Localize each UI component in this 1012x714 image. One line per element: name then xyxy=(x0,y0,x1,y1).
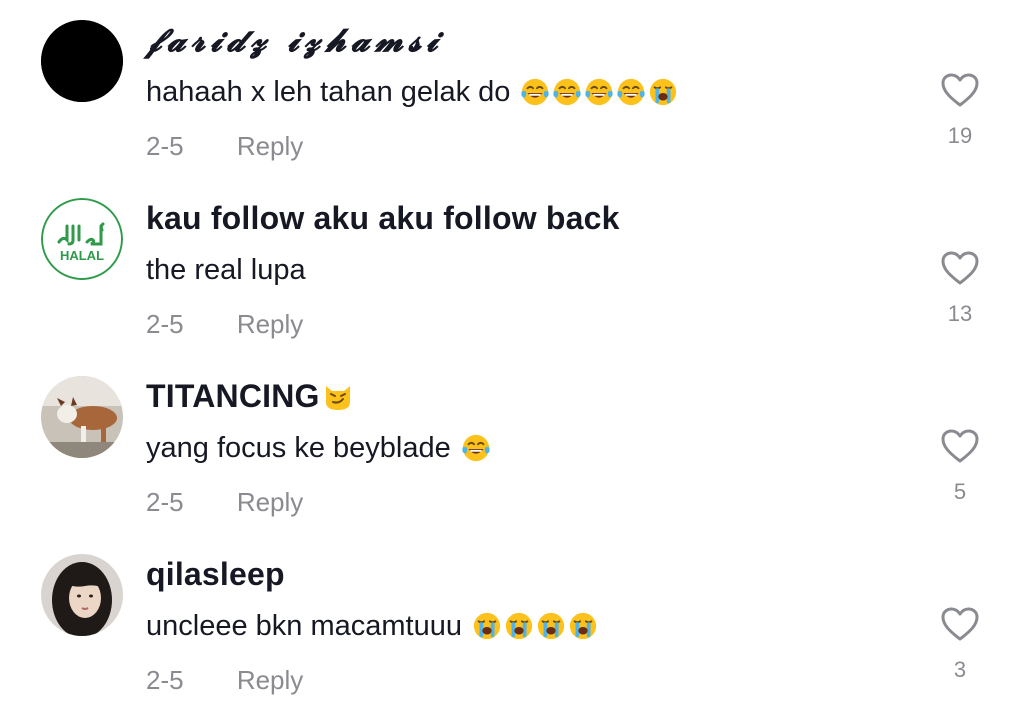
emoji-group xyxy=(520,77,680,107)
username[interactable]: kau follow aku aku follow back xyxy=(146,198,620,238)
heart-icon[interactable] xyxy=(940,606,980,642)
loudly-crying-face-icon xyxy=(504,611,534,641)
comment-meta: 2-5 Reply xyxy=(146,662,303,698)
username[interactable]: 𝓯𝓪𝓻𝓲𝓭𝔃 𝓲𝔃𝓱𝓪𝓶𝓼𝓲 xyxy=(146,20,443,60)
comment-item: TITANCING yang focus ke beyblade 2-5 Rep… xyxy=(0,356,1012,534)
comment-date: 2-5 xyxy=(146,487,184,517)
comment-text: yang focus ke beyblade xyxy=(146,428,493,468)
reply-button[interactable]: Reply xyxy=(237,309,303,339)
like-count: 5 xyxy=(953,479,967,504)
comment-meta: 2-5 Reply xyxy=(146,128,303,164)
face-with-tears-of-joy-icon xyxy=(616,77,646,107)
comment-item: 𝓯𝓪𝓻𝓲𝓭𝔃 𝓲𝔃𝓱𝓪𝓶𝓼𝓲 hahaah x leh tahan gelak … xyxy=(0,0,1012,178)
loudly-crying-face-icon xyxy=(648,77,678,107)
comment-date: 2-5 xyxy=(146,131,184,161)
reply-button[interactable]: Reply xyxy=(237,665,303,695)
avatar[interactable] xyxy=(41,554,123,636)
comment-text: uncleee bkn macamtuuu xyxy=(146,606,600,646)
face-with-tears-of-joy-icon xyxy=(520,77,550,107)
halal-logo-icon: HALAL xyxy=(41,198,123,280)
face-with-tears-of-joy-icon xyxy=(552,77,582,107)
smirking-cat-face-icon xyxy=(322,380,354,412)
username[interactable]: TITANCING xyxy=(146,376,356,416)
comment-text: hahaah x leh tahan gelak do xyxy=(146,72,680,112)
loudly-crying-face-icon xyxy=(568,611,598,641)
emoji-group xyxy=(472,611,600,641)
comment-body: uncleee bkn macamtuuu xyxy=(146,610,462,642)
girl-photo-icon xyxy=(41,554,123,636)
comment-body: the real lupa xyxy=(146,254,306,286)
heart-icon[interactable] xyxy=(940,250,980,286)
like-count: 19 xyxy=(947,123,973,148)
heart-icon[interactable] xyxy=(940,428,980,464)
comment-meta: 2-5 Reply xyxy=(146,484,303,520)
face-with-tears-of-joy-icon xyxy=(584,77,614,107)
username[interactable]: qilasleep xyxy=(146,554,285,594)
comment-body: hahaah x leh tahan gelak do xyxy=(146,76,511,108)
comment-meta: 2-5 Reply xyxy=(146,306,303,342)
avatar[interactable]: HALAL xyxy=(41,198,123,280)
face-with-tears-of-joy-icon xyxy=(461,433,491,463)
comment-item: qilasleep uncleee bkn macamtuuu 2-5 Repl… xyxy=(0,534,1012,712)
heart-icon[interactable] xyxy=(940,72,980,108)
loudly-crying-face-icon xyxy=(536,611,566,641)
like-count: 3 xyxy=(953,657,967,682)
comment-date: 2-5 xyxy=(146,309,184,339)
emoji-group xyxy=(461,433,493,463)
black-circle-avatar-icon xyxy=(41,20,123,102)
comment-item: HALAL kau follow aku aku follow back the… xyxy=(0,178,1012,356)
halal-label: HALAL xyxy=(60,248,104,263)
avatar[interactable] xyxy=(41,20,123,102)
comment-date: 2-5 xyxy=(146,665,184,695)
dog-photo-icon xyxy=(41,376,123,458)
reply-button[interactable]: Reply xyxy=(237,487,303,517)
like-count: 13 xyxy=(947,301,973,326)
reply-button[interactable]: Reply xyxy=(237,131,303,161)
comment-body: yang focus ke beyblade xyxy=(146,432,451,464)
username-text: TITANCING xyxy=(146,378,320,414)
comment-text: the real lupa xyxy=(146,250,306,290)
avatar[interactable] xyxy=(41,376,123,458)
loudly-crying-face-icon xyxy=(472,611,502,641)
